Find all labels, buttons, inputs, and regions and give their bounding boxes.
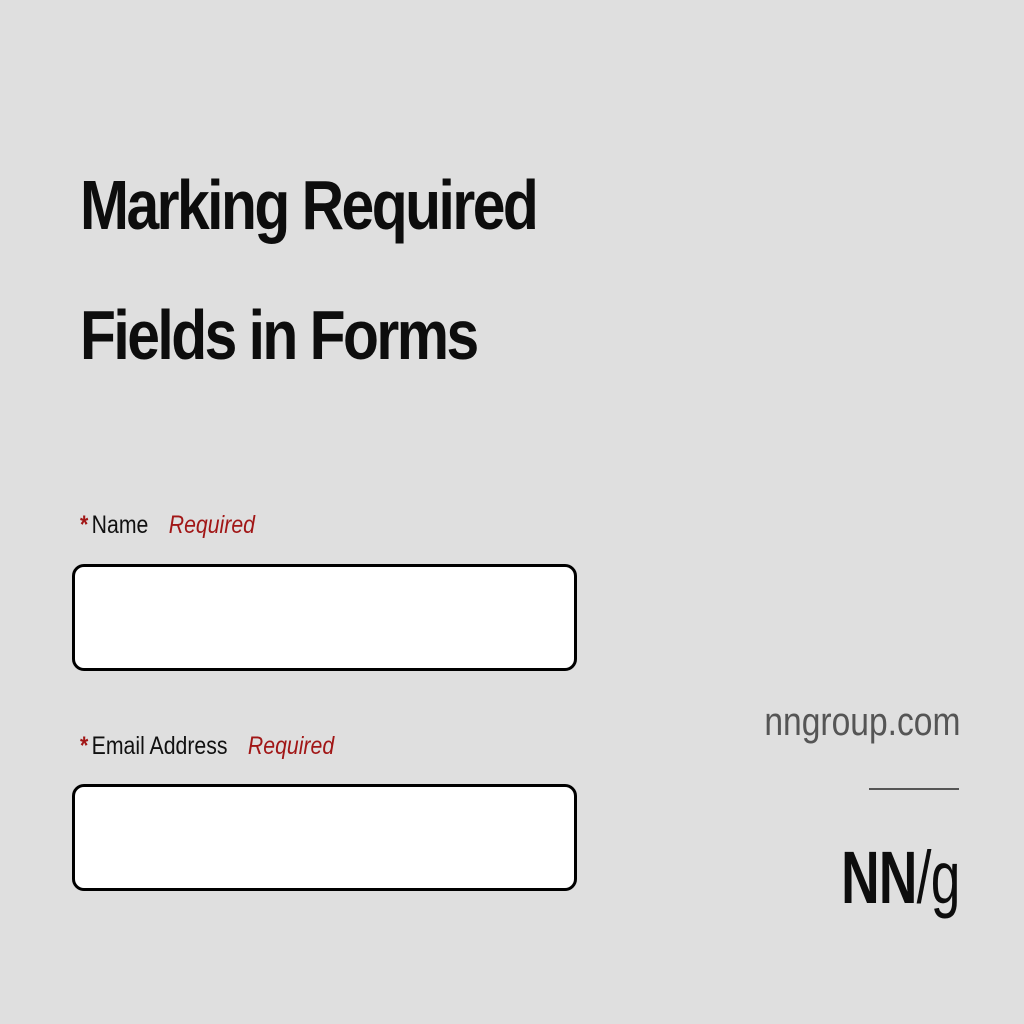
name-required-indicator: Required: [168, 511, 255, 539]
required-asterisk: *: [80, 732, 89, 760]
name-field-label: * Name Required: [80, 510, 255, 540]
nng-logo: NN/g: [841, 836, 960, 920]
email-required-indicator: Required: [247, 732, 335, 760]
logo-g: g: [931, 836, 961, 919]
name-input[interactable]: [72, 564, 577, 671]
email-input[interactable]: [72, 784, 577, 891]
email-field-label: * Email Address Required: [80, 731, 334, 761]
required-asterisk: *: [80, 511, 89, 539]
title-line-2: Fields in Forms: [80, 296, 479, 374]
email-label-text: Email Address: [91, 732, 228, 760]
name-label-text: Name: [91, 511, 149, 539]
logo-nn: NN: [841, 836, 918, 919]
brand-divider: [869, 788, 959, 790]
title-line-1: Marking Required: [80, 166, 539, 244]
logo-slash: /: [917, 836, 932, 919]
site-url: nngroup.com: [763, 700, 960, 744]
page-title: Marking Required Fields in Forms: [80, 140, 539, 400]
